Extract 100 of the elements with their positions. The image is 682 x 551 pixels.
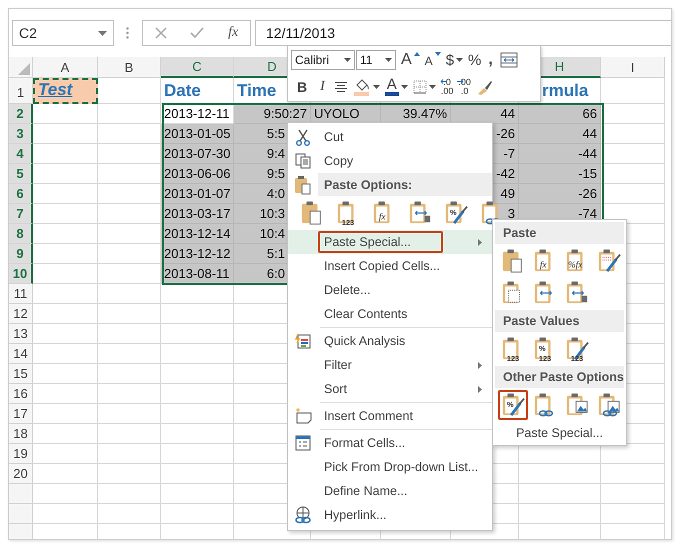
row-header[interactable]: 4 [9,144,33,164]
paste-option-button[interactable]: fx [530,246,560,276]
menu-item[interactable]: Format Cells... [288,431,492,455]
table-cell: 2013-08-11 [161,264,234,284]
table-cell [601,184,665,204]
table-cell [601,484,665,504]
align-center-icon [334,80,348,93]
row-header[interactable]: 9 [9,244,33,264]
copy-icon [295,153,311,169]
table-cell [601,464,665,484]
bold-button[interactable]: B [291,76,314,98]
table-cell [33,244,98,264]
caret-icon [385,58,392,62]
row-header[interactable]: 15 [9,364,33,384]
table-cell [33,364,98,384]
table-cell [601,104,665,124]
menu-item[interactable]: Clear Contents [288,302,492,326]
paste-option-button[interactable]: 123 [498,334,528,364]
table-cell [601,504,665,524]
table-cell: 2013-01-07 [161,184,234,204]
row-header[interactable]: 13 [9,324,33,344]
row-header[interactable]: 8 [9,224,33,244]
currency-button[interactable]: $ [444,49,466,72]
row-header[interactable]: 5 [9,164,33,184]
table-cell: Date [161,78,234,104]
row-header[interactable]: 10 [9,264,33,284]
table-cell [98,464,161,484]
table-cell [33,264,98,284]
row-header[interactable]: 1 [9,78,33,104]
paste-option-button[interactable]: 123 [562,334,592,364]
menu-item[interactable]: Sort [288,377,492,401]
menu-item[interactable]: Paste Special... [495,422,624,442]
table-cell: Test [33,78,98,104]
table-cell [98,404,161,424]
table-cell [98,424,161,444]
row-header[interactable]: 12 [9,304,33,324]
font-size-dropdown[interactable]: 11 [356,50,396,70]
table-cell [33,484,98,504]
triangle-icon [434,52,441,56]
menu-item[interactable]: Pick From Drop-down List... [288,455,492,479]
table-cell: 2013-06-06 [161,164,234,184]
section-header: Paste Values [495,310,624,332]
caret-icon [456,58,464,62]
table-cell [33,184,98,204]
menu-item[interactable]: Filter [288,353,492,377]
table-cell [33,344,98,364]
column-header[interactable]: A [33,57,98,78]
section-header: Paste Options: [318,173,492,196]
font-color-button[interactable]: A [382,76,410,98]
row-header[interactable]: 3 [9,124,33,144]
menu-item[interactable]: Define Name... [288,479,492,503]
grow-font-button[interactable]: A [399,49,422,72]
table-cell: -26 [519,184,601,204]
name-box[interactable]: C2 [12,20,114,46]
row-header[interactable]: 2 [9,104,33,124]
row-header[interactable]: 17 [9,404,33,424]
submenu-arrow-icon [478,239,482,246]
row-header[interactable]: 20 [9,464,33,484]
table-cell [601,164,665,184]
table-cell [33,224,98,244]
menu-item[interactable]: Hyperlink... [288,503,492,527]
table-cell: 2013-07-30 [161,144,234,164]
caret-icon [98,30,107,36]
table-cell [601,144,665,164]
column-header[interactable]: I [601,57,665,78]
insert-function-button[interactable]: fx [228,25,238,41]
paste-option-button[interactable]: fx [369,198,399,228]
table-cell: -15 [519,164,601,184]
row-header[interactable]: 7 [9,204,33,224]
italic-button[interactable]: I [314,76,331,98]
row-header[interactable]: 14 [9,344,33,364]
table-cell: 9:50:27 [234,104,311,124]
quick-analysis-icon [295,333,311,349]
percent-button[interactable]: % [466,49,484,72]
table-cell [98,324,161,344]
table-cell: -44 [519,144,601,164]
row-header[interactable]: 19 [9,444,33,464]
row-header[interactable]: 11 [9,284,33,304]
shrink-font-button[interactable]: A [422,49,443,72]
column-header[interactable]: C [161,57,234,78]
caret-icon [372,84,380,89]
table-cell [98,344,161,364]
row-header[interactable]: 6 [9,184,33,204]
menu-item[interactable]: Paste Special... [288,230,492,254]
menu-item[interactable]: Insert Comment [288,404,492,428]
row-header[interactable]: 18 [9,424,33,444]
grip-icon [126,27,129,39]
arrow-icon [457,78,464,84]
table-cell: 2013-12-12 [161,244,234,264]
paste-option-button[interactable]: 123 [333,198,363,228]
paste-option-button[interactable]: % [498,390,528,420]
submenu-arrow-icon [478,386,482,393]
table-cell [33,444,98,464]
column-header[interactable]: B [98,57,161,78]
menu-item[interactable]: Quick Analysis [288,329,492,353]
paste-option-button[interactable]: % 123 [530,334,560,364]
font-name-dropdown[interactable]: Calibri [291,50,355,70]
table-cell [98,384,161,404]
row-header[interactable]: 16 [9,384,33,404]
comma-style-button[interactable]: , [484,49,497,72]
